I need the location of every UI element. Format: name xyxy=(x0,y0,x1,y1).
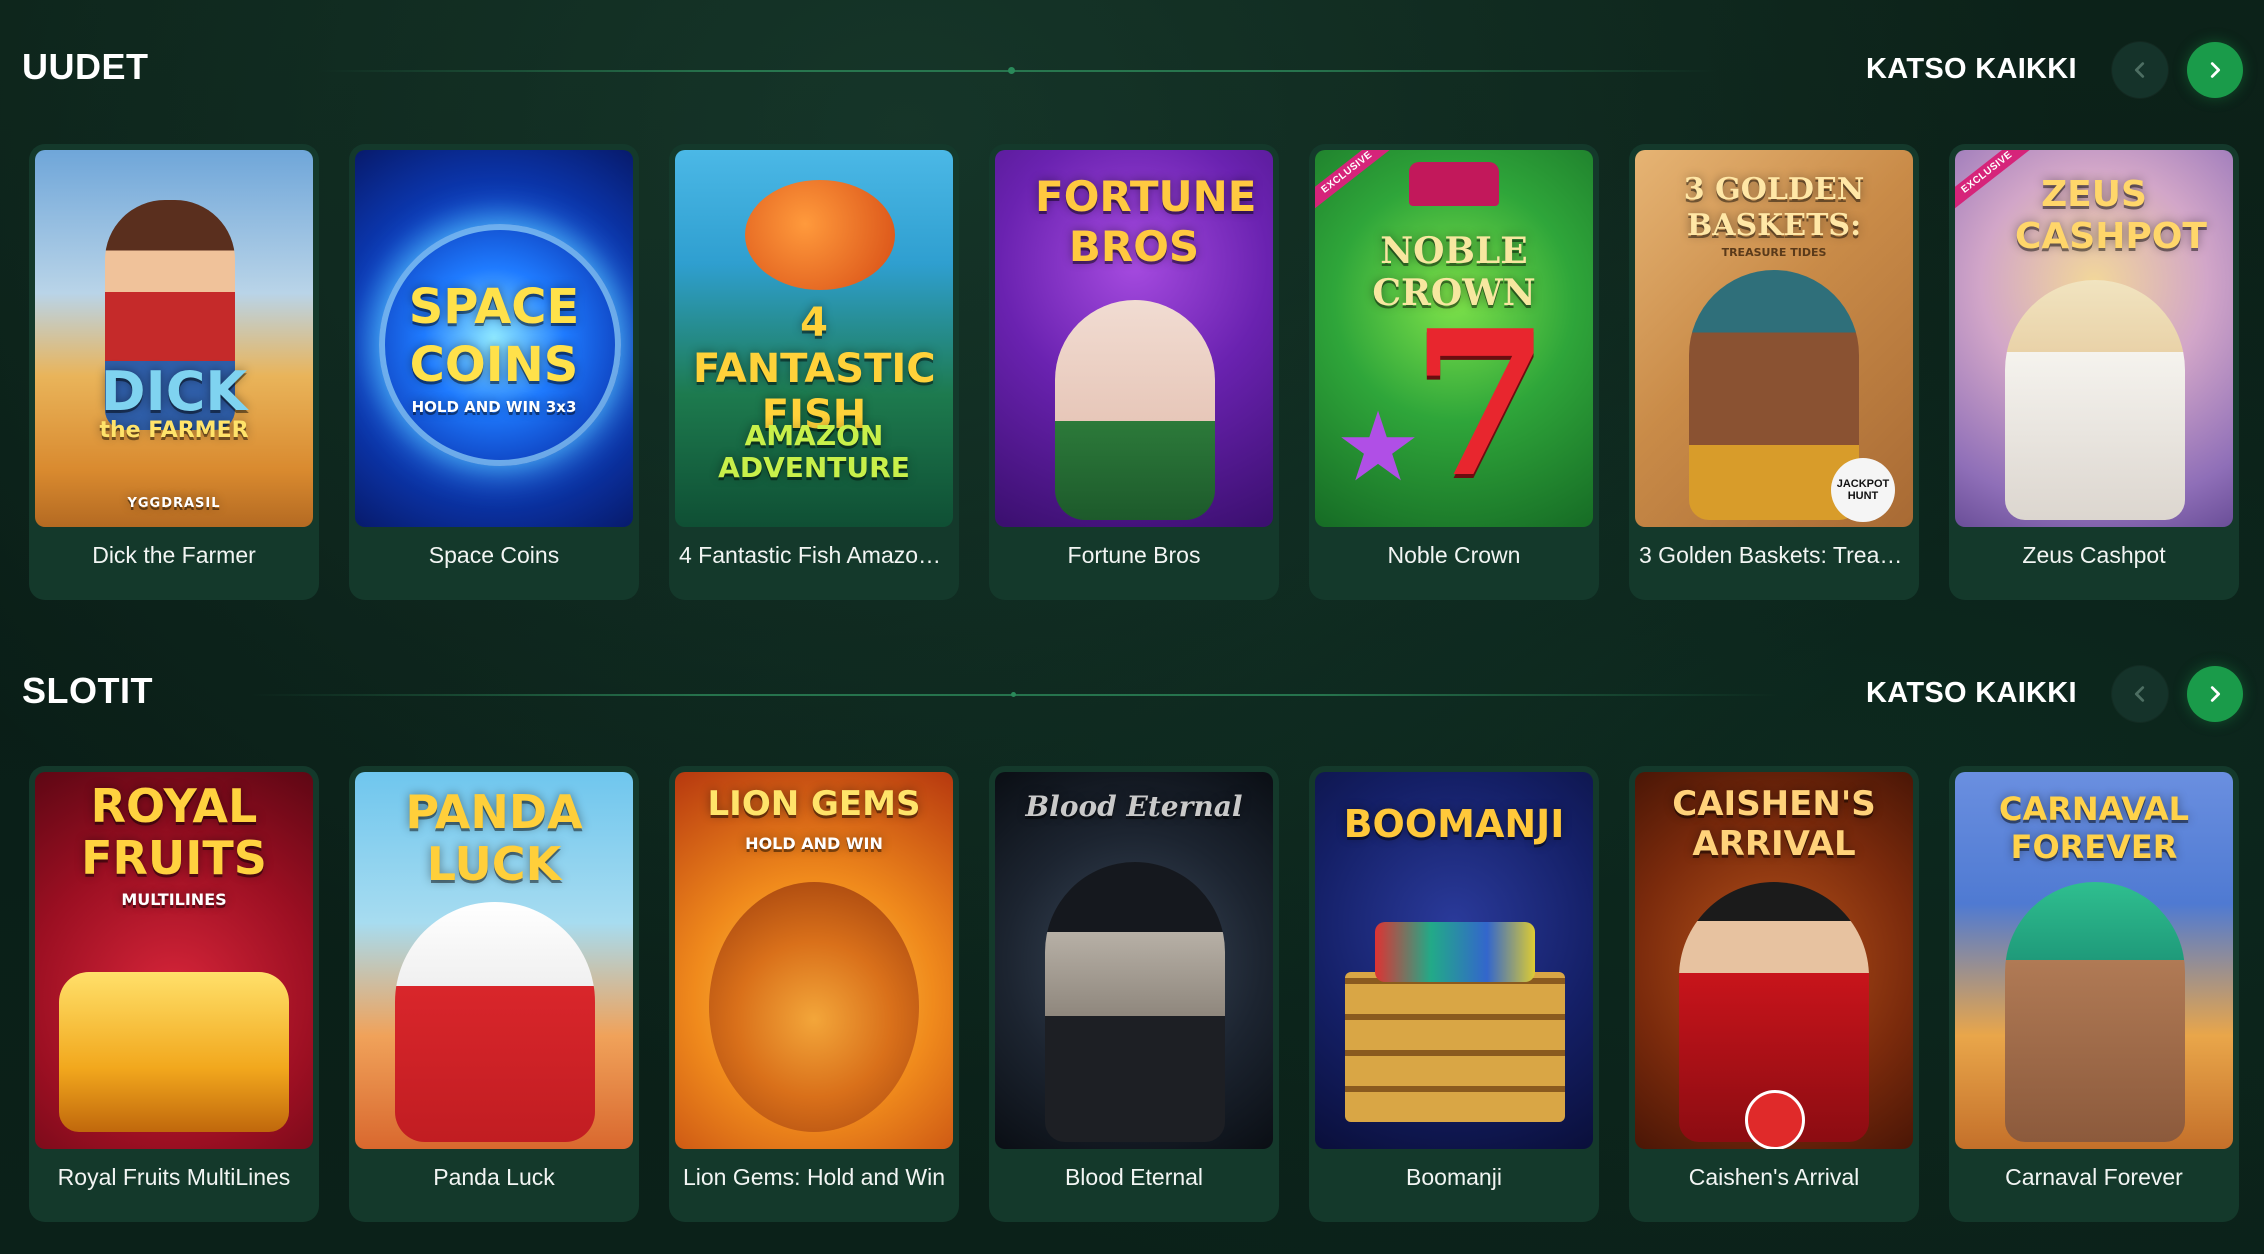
game-card[interactable]: LION GEMS HOLD AND WIN Lion Gems: Hold a… xyxy=(669,766,959,1222)
game-name: Dick the Farmer xyxy=(92,542,256,568)
dancer-figure xyxy=(2005,882,2185,1142)
rabbit-figure xyxy=(1055,300,1215,520)
chevron-left-icon xyxy=(2134,62,2145,78)
game-card[interactable]: DICK the FARMER YGGDRASIL Dick the Farme… xyxy=(29,144,319,600)
seven-symbol: 7 xyxy=(1411,287,1551,522)
carousel-next-button[interactable] xyxy=(2187,42,2243,98)
game-logo-subtitle: AMAZON ADVENTURE xyxy=(718,419,910,484)
game-logo-subtitle: the FARMER xyxy=(99,418,249,443)
game-logo-text: ZEUS CASHPOT xyxy=(2015,174,2207,257)
game-thumbnail: FORTUNE BROS xyxy=(995,150,1273,527)
game-name: Fortune Bros xyxy=(1067,542,1201,568)
game-thumbnail: BOOMANJI xyxy=(1315,772,1593,1149)
game-name: Panda Luck xyxy=(433,1164,555,1190)
game-logo-text: ROYAL FRUITS xyxy=(81,779,267,885)
panda-figure xyxy=(395,902,595,1142)
carousel-next-button[interactable] xyxy=(2187,666,2243,722)
section-header: SLOTIT KATSO KAIKKI xyxy=(0,624,2264,734)
game-card[interactable]: EXCLUSIVE NOBLE CROWN 7 ★ Noble Crown xyxy=(1309,144,1599,600)
game-card[interactable]: BOOMANJI Boomanji xyxy=(1309,766,1599,1222)
game-name: 3 Golden Baskets: Treas... xyxy=(1639,542,1911,568)
game-logo-text: PANDA LUCK xyxy=(405,785,583,891)
game-thumbnail: SPACE COINS HOLD AND WIN 3x3 xyxy=(355,150,633,527)
game-name: 4 Fantastic Fish Amazon ... xyxy=(679,542,957,568)
game-card[interactable]: Blood Eternal Blood Eternal xyxy=(989,766,1279,1222)
fish-figure xyxy=(745,180,895,290)
vampire-figure xyxy=(1045,862,1225,1142)
lion-figure xyxy=(709,882,919,1132)
game-logo-text: 4 FANTASTIC FISH xyxy=(693,300,936,438)
game-name: Caishen's Arrival xyxy=(1688,1164,1860,1190)
game-card[interactable]: EXCLUSIVE ZEUS CASHPOT Zeus Cashpot xyxy=(1949,144,2239,600)
game-logo-text: DICK xyxy=(100,360,248,423)
game-thumbnail: 3 GOLDEN BASKETS: TREASURE TIDES JACKPOT… xyxy=(1635,150,1913,527)
crown-icon xyxy=(59,972,289,1132)
carousel-prev-button[interactable] xyxy=(2112,666,2168,722)
game-card[interactable]: 4 FANTASTIC FISH AMAZON ADVENTURE 4 Fant… xyxy=(669,144,959,600)
game-thumbnail: PANDA LUCK xyxy=(355,772,633,1149)
game-logo-text: CARNAVAL FOREVER xyxy=(1998,790,2189,866)
game-logo-subtitle: HOLD AND WIN xyxy=(745,834,883,853)
exclusive-badge: EXCLUSIVE xyxy=(1315,150,1400,217)
game-name: Carnaval Forever xyxy=(2005,1164,2183,1190)
divider-dot xyxy=(1011,692,1016,697)
crown-icon xyxy=(1409,162,1499,206)
game-name: Royal Fruits MultiLines xyxy=(57,1164,291,1190)
jackpot-hunt-text: JACKPOT HUNT xyxy=(1836,478,1890,502)
game-thumbnail: EXCLUSIVE NOBLE CROWN 7 ★ xyxy=(1315,150,1593,527)
game-logo-text: 3 GOLDEN BASKETS: xyxy=(1683,172,1865,243)
game-logo-subtitle: MULTILINES xyxy=(121,890,227,909)
game-name: Blood Eternal xyxy=(1064,1164,1204,1190)
game-thumbnail: CAISHEN'S ARRIVAL xyxy=(1635,772,1913,1149)
provider-logo: YGGDRASIL xyxy=(127,496,221,511)
game-card[interactable]: CARNAVAL FOREVER Carnaval Forever xyxy=(1949,766,2239,1222)
section-slots: SLOTIT KATSO KAIKKI ROYAL FRUITS MULTILI… xyxy=(0,624,2264,1254)
carousel-prev-button[interactable] xyxy=(2112,42,2168,98)
star-symbol: ★ xyxy=(1335,394,1422,501)
game-card[interactable]: CAISHEN'S ARRIVAL Caishen's Arrival xyxy=(1629,766,1919,1222)
game-name: Noble Crown xyxy=(1387,542,1521,568)
game-thumbnail: LION GEMS HOLD AND WIN xyxy=(675,772,953,1149)
game-logo-text: CAISHEN'S ARRIVAL xyxy=(1672,784,1876,864)
game-thumbnail: Blood Eternal xyxy=(995,772,1273,1149)
game-thumbnail: CARNAVAL FOREVER xyxy=(1955,772,2233,1149)
game-card[interactable]: 3 GOLDEN BASKETS: TREASURE TIDES JACKPOT… xyxy=(1629,144,1919,600)
game-thumbnail: ROYAL FRUITS MULTILINES xyxy=(35,772,313,1149)
game-thumbnail: DICK the FARMER YGGDRASIL xyxy=(35,150,313,527)
game-card[interactable]: FORTUNE BROS Fortune Bros xyxy=(989,144,1279,600)
section-title: SLOTIT xyxy=(22,670,153,711)
section-title: UUDET xyxy=(22,46,149,87)
game-card[interactable]: SPACE COINS HOLD AND WIN 3x3 Space Coins xyxy=(349,144,639,600)
fireworks-figure xyxy=(1375,922,1535,982)
divider-dot xyxy=(1008,67,1015,74)
game-name: Boomanji xyxy=(1406,1164,1502,1190)
game-logo-subtitle: TREASURE TIDES xyxy=(1721,246,1827,259)
game-card[interactable]: ROYAL FRUITS MULTILINES Royal Fruits Mul… xyxy=(29,766,319,1222)
game-thumbnail: EXCLUSIVE ZEUS CASHPOT xyxy=(1955,150,2233,527)
game-name: Zeus Cashpot xyxy=(2022,542,2166,568)
game-thumbnail: 4 FANTASTIC FISH AMAZON ADVENTURE xyxy=(675,150,953,527)
game-name: Lion Gems: Hold and Win xyxy=(682,1164,946,1190)
chevron-right-icon xyxy=(2210,686,2221,702)
game-logo-subtitle: HOLD AND WIN 3x3 xyxy=(411,398,577,416)
see-all-link[interactable]: KATSO KAIKKI xyxy=(1866,677,2077,710)
jackpot-hunt-logo: JACKPOT HUNT xyxy=(1831,458,1895,522)
chevron-left-icon xyxy=(2134,686,2145,702)
section-divider xyxy=(318,70,1718,72)
game-logo-text: SPACE COINS xyxy=(408,279,580,393)
provider-logo-icon xyxy=(1745,1090,1805,1149)
game-logo-text: BOOMANJI xyxy=(1343,802,1565,846)
game-logo-text: Blood Eternal xyxy=(1025,790,1243,823)
game-logo-text: LION GEMS xyxy=(707,784,921,824)
see-all-link[interactable]: KATSO KAIKKI xyxy=(1866,53,2077,86)
chevron-right-icon xyxy=(2210,62,2221,78)
section-new-games: UUDET KATSO KAIKKI DICK the FARMER YGGDR… xyxy=(0,0,2264,620)
game-logo-text: FORTUNE BROS xyxy=(1035,172,1257,271)
zeus-figure xyxy=(2005,280,2185,520)
game-card[interactable]: PANDA LUCK Panda Luck xyxy=(349,766,639,1222)
game-name: Space Coins xyxy=(428,542,560,568)
section-header: UUDET KATSO KAIKKI xyxy=(0,0,2264,110)
crate-figure xyxy=(1345,972,1565,1122)
